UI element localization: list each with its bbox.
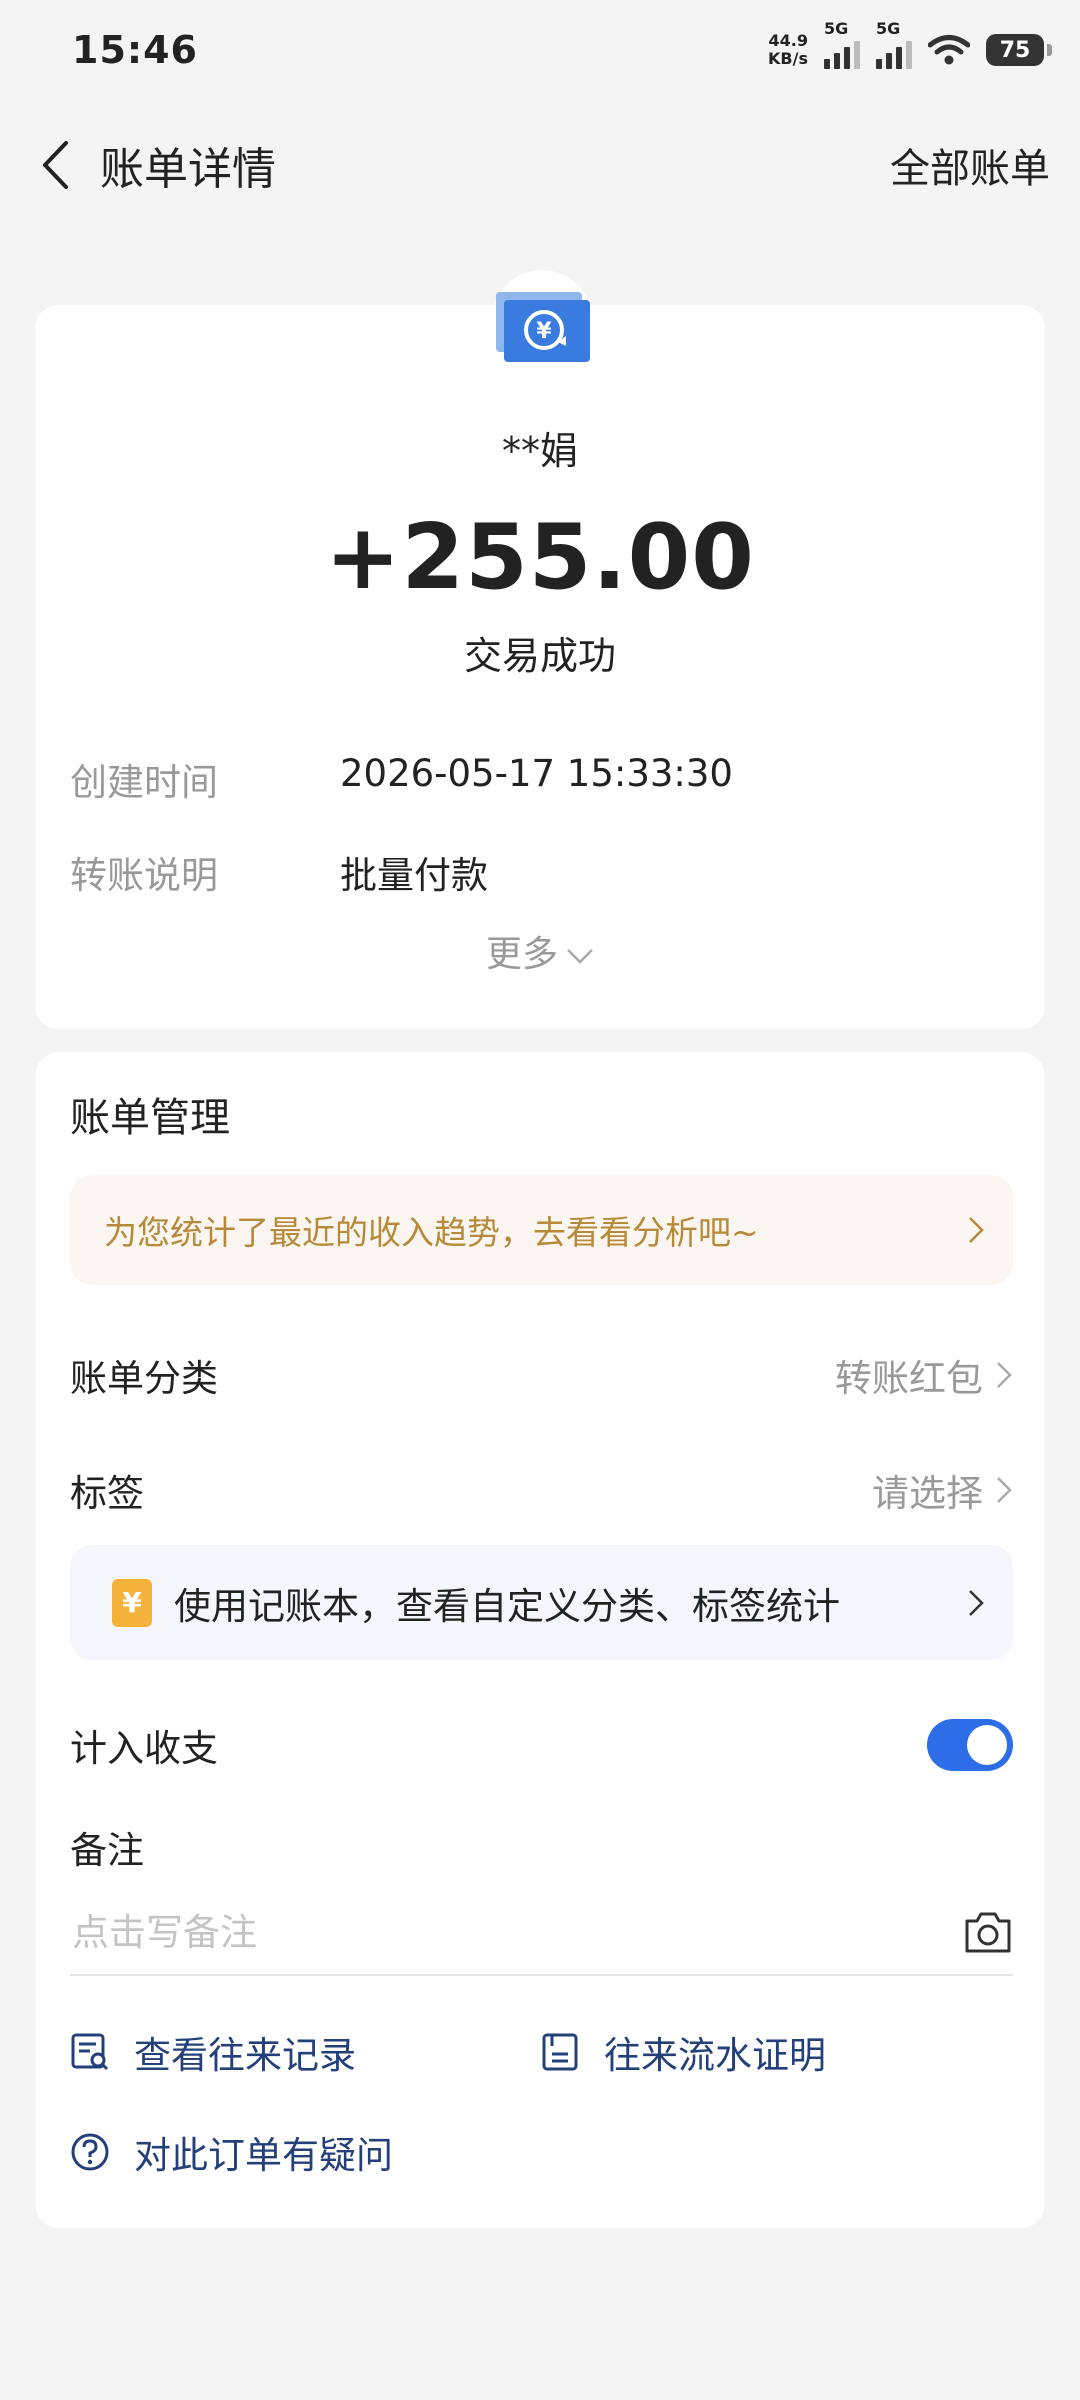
- page-title: 账单详情: [100, 144, 276, 195]
- view-history-link[interactable]: 查看往来记录: [70, 2025, 356, 2079]
- remark-label: 备注: [70, 1829, 144, 1872]
- battery-icon: 75: [986, 34, 1052, 66]
- status-icons: 44.9 KB/s 5G 5G 75: [768, 19, 1052, 69]
- transfer-note-label: 转账说明: [70, 854, 218, 897]
- chevron-down-icon: [567, 949, 593, 964]
- transfer-icon: ¥: [492, 270, 592, 370]
- status-bar: 15:46 44.9 KB/s 5G 5G 75: [0, 0, 1080, 100]
- camera-icon[interactable]: [963, 1909, 1013, 1955]
- question-icon: [71, 2133, 109, 2171]
- transaction-amount: +255.00: [325, 505, 755, 610]
- account-book-icon: ¥: [112, 1578, 152, 1627]
- count-income-toggle[interactable]: [927, 1719, 1013, 1771]
- bill-category-value: 转账红包: [835, 1357, 983, 1400]
- bill-category-row[interactable]: 账单分类 转账红包: [70, 1348, 1013, 1402]
- transfer-note-row: 转账说明 批量付款: [70, 845, 488, 899]
- header-left: 账单详情: [30, 133, 276, 197]
- count-income-label: 计入收支: [70, 1727, 218, 1770]
- order-question-link[interactable]: 对此订单有疑问: [70, 2125, 393, 2179]
- tag-label: 标签: [70, 1472, 144, 1515]
- created-time-row: 创建时间 2026-05-17 15:33:30: [70, 752, 733, 806]
- chevron-right-icon: [997, 1362, 1012, 1388]
- section-title: 账单管理: [70, 1095, 230, 1141]
- all-bills-link[interactable]: 全部账单: [890, 136, 1050, 194]
- chevron-right-icon: [969, 1217, 984, 1243]
- status-time: 15:46: [72, 28, 198, 72]
- remark-field[interactable]: [70, 1890, 1013, 1976]
- account-book-banner[interactable]: ¥ 使用记账本，查看自定义分类、标签统计: [70, 1545, 1013, 1660]
- remark-input[interactable]: [70, 1909, 870, 1955]
- tag-row[interactable]: 标签 请选择: [70, 1463, 1013, 1517]
- network-speed: 44.9 KB/s: [768, 31, 808, 68]
- transfer-note-value: 批量付款: [340, 854, 488, 897]
- payer-name: **娟: [501, 429, 578, 473]
- document-icon: [542, 2033, 578, 2071]
- back-icon[interactable]: [30, 135, 80, 195]
- promo-text: 为您统计了最近的收入趋势，去看看分析吧~: [104, 1213, 759, 1252]
- signal-icon-2: 5G: [876, 19, 912, 69]
- chevron-right-icon: [997, 1477, 1012, 1503]
- created-time-value: 2026-05-17 15:33:30: [340, 752, 733, 795]
- income-trend-banner[interactable]: 为您统计了最近的收入趋势，去看看分析吧~: [70, 1175, 1013, 1285]
- tag-value: 请选择: [872, 1472, 983, 1515]
- transaction-status: 交易成功: [463, 634, 616, 678]
- chevron-right-icon: [969, 1589, 984, 1616]
- created-time-label: 创建时间: [70, 761, 218, 804]
- statement-proof-link[interactable]: 往来流水证明: [540, 2025, 826, 2079]
- wifi-icon: [928, 35, 970, 65]
- signal-icon: 5G: [824, 19, 860, 69]
- record-search-icon: [71, 2033, 109, 2071]
- header: 账单详情 全部账单: [0, 110, 1080, 220]
- bill-category-label: 账单分类: [70, 1357, 218, 1400]
- svg-text:¥: ¥: [536, 319, 552, 344]
- count-income-row: 计入收支: [70, 1718, 1013, 1772]
- more-button[interactable]: 更多: [0, 925, 1080, 977]
- account-book-text: 使用记账本，查看自定义分类、标签统计: [174, 1584, 840, 1628]
